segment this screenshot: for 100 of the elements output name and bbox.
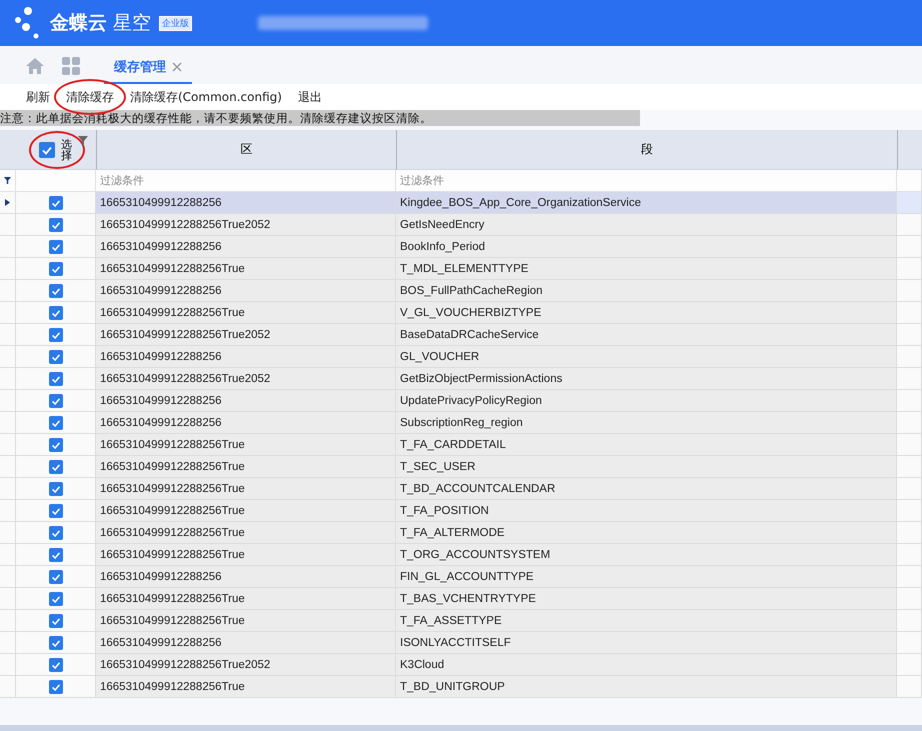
table-cell: FIN_GL_ACCOUNTTYPE (396, 566, 897, 588)
row-header-cell[interactable] (0, 434, 16, 456)
table-cell: 1665310499912288256True (96, 610, 396, 632)
table-cell: ISONLYACCTITSELF (396, 632, 897, 654)
checkbox[interactable] (48, 240, 62, 254)
row-header-cell[interactable] (0, 566, 16, 588)
checkbox[interactable] (48, 328, 62, 342)
row-pointer-icon (5, 199, 10, 206)
table-cell: 1665310499912288256True (96, 522, 396, 544)
row-header-cell[interactable] (0, 280, 16, 302)
row-header-cell[interactable] (0, 192, 16, 214)
table-cell: T_FA_CARDDETAIL (396, 434, 897, 456)
table-cell: 1665310499912288256True (96, 544, 396, 566)
table-cell: 1665310499912288256True2052 (96, 214, 396, 236)
checkbox[interactable] (48, 262, 62, 276)
row-header-cell[interactable] (0, 478, 16, 500)
checkbox[interactable] (48, 350, 62, 364)
table-cell: T_FA_ALTERMODE (396, 522, 897, 544)
table-cell: 1665310499912288256True (96, 588, 396, 610)
checkbox[interactable] (48, 284, 62, 298)
table-cell: K3Cloud (396, 654, 897, 676)
product-name: 星空 (113, 11, 151, 36)
table-cell: V_GL_VOUCHERBIZTYPE (396, 302, 897, 324)
filter-cell (897, 170, 922, 192)
table-cell: BOS_FullPathCacheRegion (396, 280, 897, 302)
table-cell: T_SEC_USER (396, 456, 897, 478)
checkbox[interactable] (39, 142, 55, 158)
checkbox[interactable] (48, 372, 62, 386)
table-cell: 1665310499912288256True2052 (96, 324, 396, 346)
checkbox[interactable] (48, 570, 62, 584)
checkbox[interactable] (48, 394, 62, 408)
checkbox[interactable] (48, 680, 62, 694)
table-cell: 1665310499912288256True (96, 302, 396, 324)
checkbox[interactable] (48, 636, 62, 650)
header-cell (897, 130, 922, 170)
row-header-cell[interactable] (0, 632, 16, 654)
checkbox[interactable] (48, 438, 62, 452)
checkbox[interactable] (48, 416, 62, 430)
checkbox[interactable] (48, 306, 62, 320)
checkbox[interactable] (48, 196, 62, 210)
row-header-cell[interactable] (0, 214, 16, 236)
row-header-cell[interactable] (0, 324, 16, 346)
toolbar-button[interactable]: 退出 (292, 87, 328, 108)
table-cell: T_BAS_VCHENTRYTYPE (396, 588, 897, 610)
table-cell: 1665310499912288256 (96, 192, 396, 214)
toolbar-button[interactable]: 清除缓存 (60, 87, 120, 108)
checkbox[interactable] (48, 548, 62, 562)
row-header-cell[interactable] (0, 390, 16, 412)
row-header-cell[interactable] (0, 346, 16, 368)
checkbox[interactable] (48, 658, 62, 672)
table-cell: T_BD_ACCOUNTCALENDAR (396, 478, 897, 500)
checkbox[interactable] (48, 504, 62, 518)
checkbox[interactable] (48, 460, 62, 474)
row-header-cell[interactable] (0, 544, 16, 566)
table-cell: UpdatePrivacyPolicyRegion (396, 390, 897, 412)
table-cell: T_FA_ASSETTYPE (396, 610, 897, 632)
table-cell: 1665310499912288256 (96, 280, 396, 302)
table-cell: 1665310499912288256True (96, 258, 396, 280)
table-cell: T_BD_UNITGROUP (396, 676, 897, 698)
edition-badge: 企业版 (159, 16, 192, 30)
row-header-cell[interactable] (0, 258, 16, 280)
checkbox[interactable] (48, 526, 62, 540)
row-header-cell[interactable] (0, 610, 16, 632)
filter-icon[interactable] (78, 136, 88, 146)
toolbar-button[interactable]: 刷新 (20, 87, 56, 108)
row-header-cell[interactable] (0, 500, 16, 522)
filter-icon[interactable] (4, 177, 11, 184)
row-header-cell[interactable] (0, 368, 16, 390)
row-header-cell[interactable] (0, 676, 16, 698)
row-header-cell[interactable] (0, 456, 16, 478)
column-header[interactable]: 区 (96, 130, 396, 170)
table-cell: 1665310499912288256 (96, 566, 396, 588)
row-header-cell[interactable] (0, 302, 16, 324)
column-header[interactable]: 段 (396, 130, 897, 170)
checkbox[interactable] (48, 218, 62, 232)
checkbox[interactable] (48, 614, 62, 628)
table-cell: GetIsNeedEncry (396, 214, 897, 236)
toolbar-button[interactable]: 清除缓存(Common.config) (124, 87, 288, 108)
row-header-cell[interactable] (0, 654, 16, 676)
table-cell: GetBizObjectPermissionActions (396, 368, 897, 390)
checkbox[interactable] (48, 592, 62, 606)
row-header-cell[interactable] (0, 588, 16, 610)
table-cell: 1665310499912288256True (96, 478, 396, 500)
filter-field[interactable]: 过滤条件 (96, 170, 396, 192)
close-icon[interactable] (172, 62, 182, 72)
row-header-cell[interactable] (0, 522, 16, 544)
table-cell: BaseDataDRCacheService (396, 324, 897, 346)
table-cell: 1665310499912288256 (96, 346, 396, 368)
table-cell: 1665310499912288256True (96, 500, 396, 522)
table-cell: T_FA_POSITION (396, 500, 897, 522)
table-cell: GL_VOUCHER (396, 346, 897, 368)
row-header-cell[interactable] (0, 412, 16, 434)
table-cell: 1665310499912288256True (96, 456, 396, 478)
table-cell: BookInfo_Period (396, 236, 897, 258)
table-cell: 1665310499912288256 (96, 236, 396, 258)
column-header: 选择 (61, 138, 73, 160)
filter-field[interactable]: 过滤条件 (396, 170, 897, 192)
table-cell: T_MDL_ELEMENTTYPE (396, 258, 897, 280)
row-header-cell[interactable] (0, 236, 16, 258)
checkbox[interactable] (48, 482, 62, 496)
